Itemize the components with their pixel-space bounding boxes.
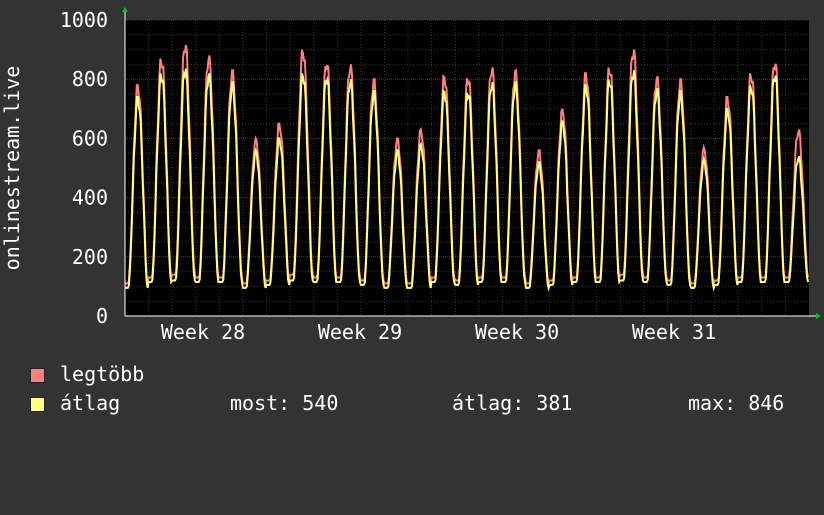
legend-swatch-max — [30, 368, 45, 383]
legend-label-max: legtöbb — [60, 362, 145, 386]
legend-label-avg: átlag — [60, 391, 121, 415]
stat-average: átlag: 381 — [452, 391, 573, 415]
x-tick-label: Week 30 — [475, 320, 559, 344]
x-tick-label: Week 28 — [161, 320, 245, 344]
legend-row-max: legtöbb — [30, 364, 144, 384]
x-axis-arrow-icon — [816, 313, 821, 319]
y-tick-label: 0 — [96, 304, 108, 328]
traffic-chart: 0 200 400 600 800 1000 Week 28 Week 29 Week 30 W… — [0, 7, 821, 344]
y-tick-label: 200 — [72, 245, 108, 269]
legend-swatch-avg — [30, 397, 45, 412]
y-axis-arrow-icon — [122, 7, 128, 12]
x-tick-label: Week 31 — [632, 320, 716, 344]
y-tick-label: 400 — [72, 186, 108, 210]
legend-row-avg: átlag most: 540 átlag: 381 max: 846 — [30, 393, 810, 413]
x-tick-label: Week 29 — [318, 320, 402, 344]
y-tick-label: 600 — [72, 126, 108, 150]
y-axis: 0 200 400 600 800 1000 — [60, 8, 108, 328]
stat-max: max: 846 — [688, 391, 785, 415]
y-axis-label: onlinestream.live — [0, 66, 24, 271]
stat-current: most: 540 — [230, 391, 339, 415]
y-tick-label: 1000 — [60, 8, 108, 32]
y-tick-label: 800 — [72, 67, 108, 91]
